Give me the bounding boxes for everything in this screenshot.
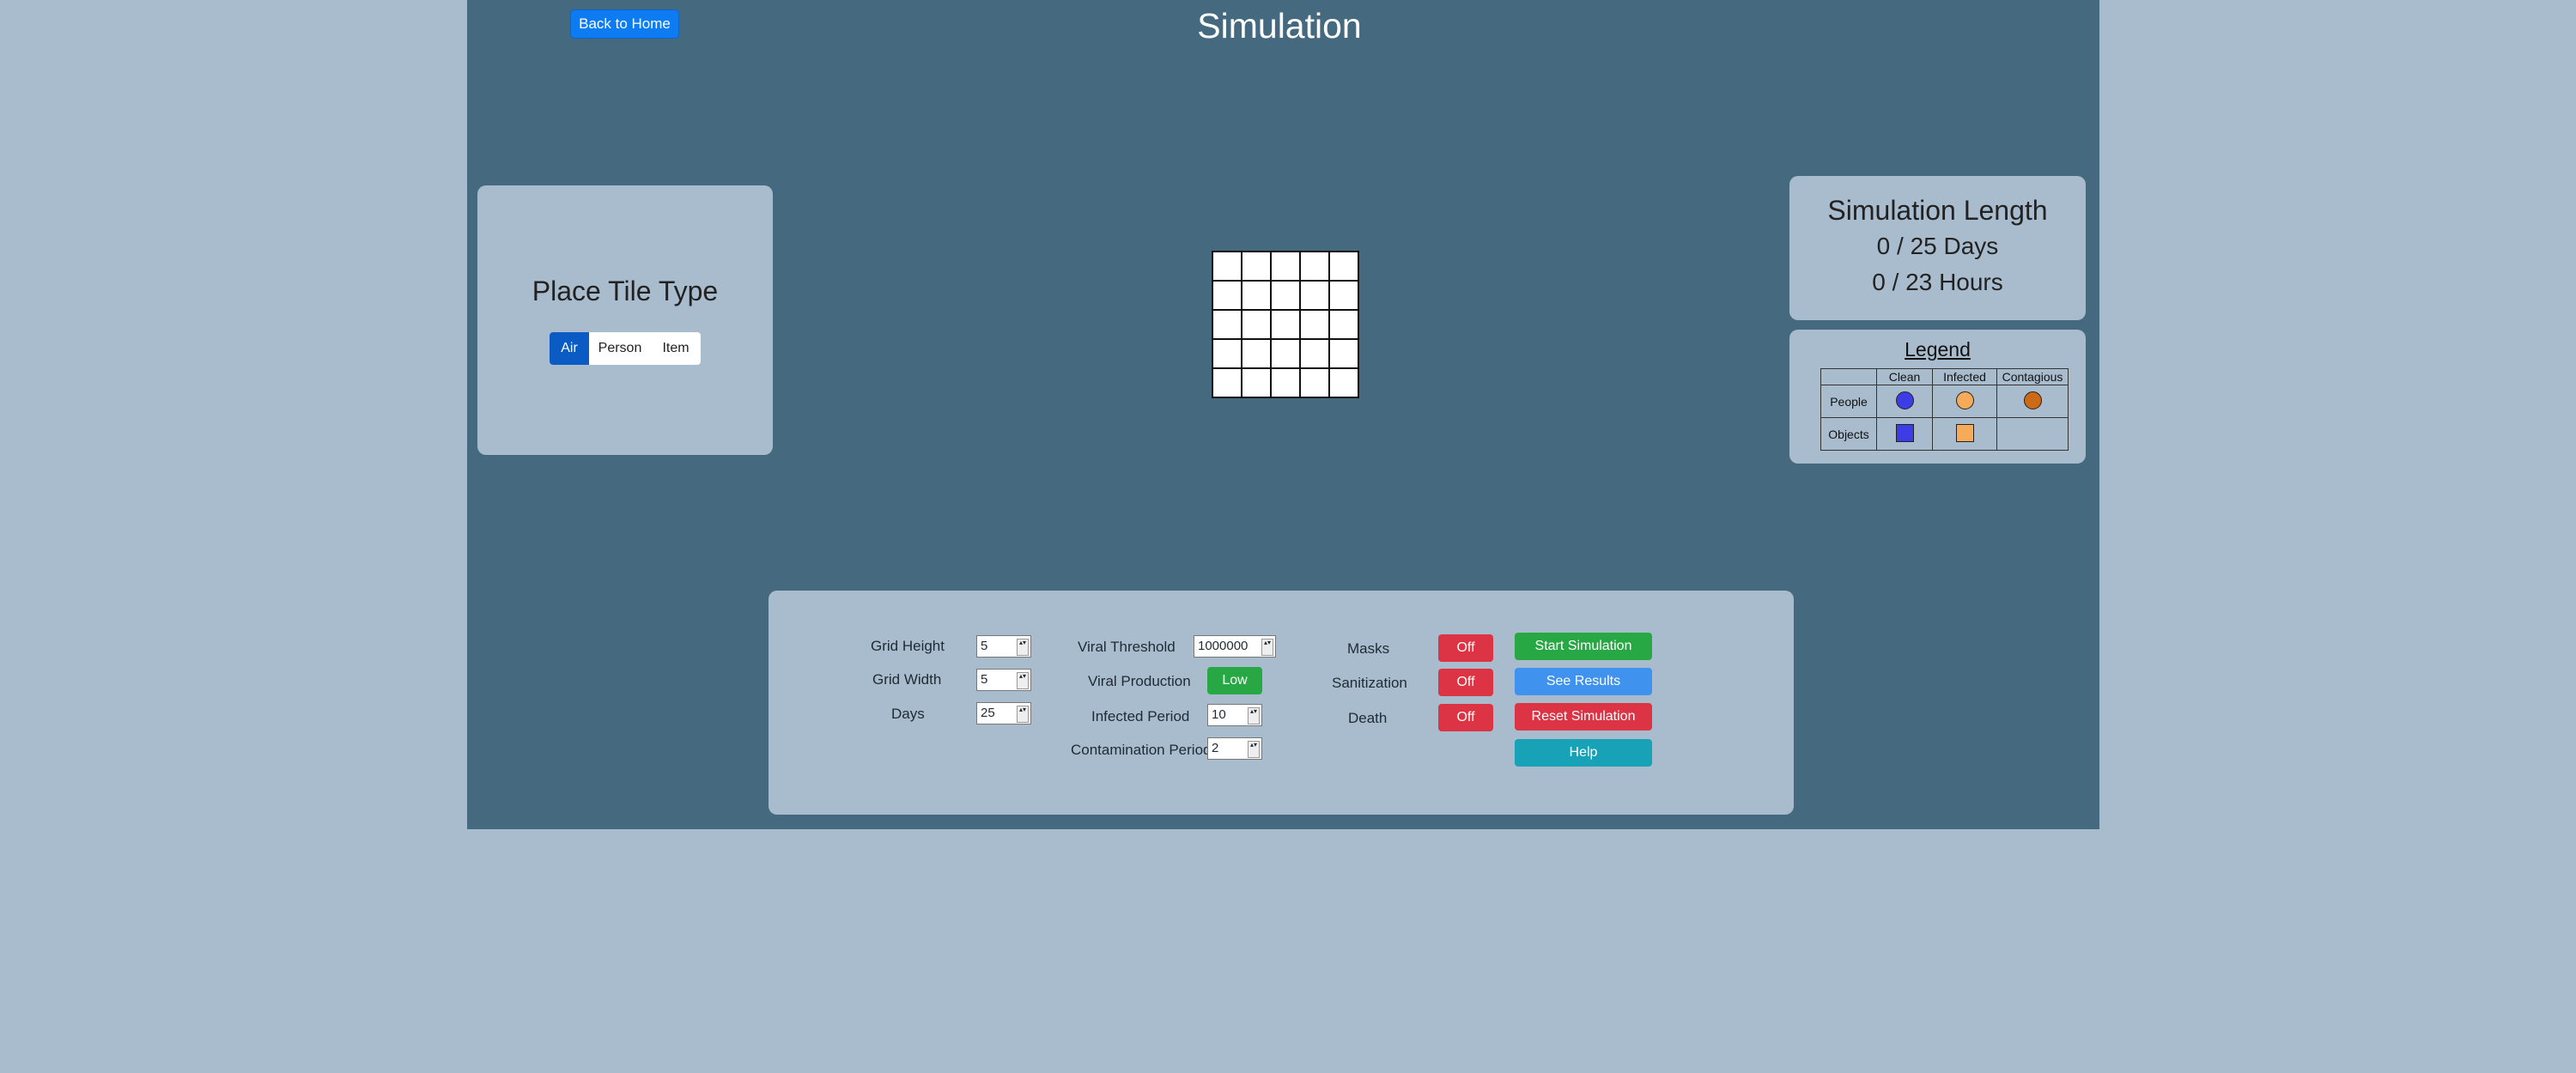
- tile-type-title: Place Tile Type: [532, 276, 719, 306]
- grid-cell[interactable]: [1301, 311, 1328, 338]
- grid-cell[interactable]: [1272, 340, 1299, 367]
- grid-cell[interactable]: [1301, 282, 1328, 309]
- grid-cell[interactable]: [1301, 369, 1328, 397]
- viral-production-toggle[interactable]: Low: [1207, 667, 1262, 694]
- grid-cell[interactable]: [1242, 369, 1270, 397]
- legend-col-clean: Clean: [1876, 368, 1933, 385]
- tile-type-selector: Air Person Item: [550, 332, 701, 365]
- start-simulation-button[interactable]: Start Simulation: [1515, 633, 1652, 660]
- grid-cell[interactable]: [1272, 282, 1299, 309]
- legend-table: Clean Infected Contagious People Objects: [1820, 368, 2069, 451]
- legend-object-empty: [1996, 417, 2069, 451]
- hours-progress: 0 / 23 Hours: [1872, 269, 2003, 295]
- simulation-length-panel: Simulation Length 0 / 25 Days 0 / 23 Hou…: [1789, 176, 2086, 320]
- grid-cell[interactable]: [1330, 311, 1358, 338]
- grid-cell[interactable]: [1330, 369, 1358, 397]
- simulation-grid: [1212, 251, 1359, 398]
- grid-cell[interactable]: [1301, 252, 1328, 280]
- legend-person-clean: [1876, 385, 1933, 418]
- legend-person-infected: [1932, 385, 1997, 418]
- viral-production-label: Viral Production: [1088, 673, 1191, 689]
- grid-cell[interactable]: [1242, 252, 1270, 280]
- reset-simulation-button[interactable]: Reset Simulation: [1515, 703, 1652, 730]
- page-title: Simulation: [1197, 6, 1362, 45]
- viral-threshold-spinner[interactable]: ▴▾: [1261, 639, 1273, 656]
- infected-period-spinner[interactable]: ▴▾: [1248, 707, 1260, 724]
- grid-cell[interactable]: [1272, 252, 1299, 280]
- legend-col-contagious: Contagious: [1996, 368, 2069, 385]
- sanitization-label: Sanitization: [1332, 675, 1407, 691]
- masks-label: Masks: [1347, 640, 1390, 657]
- viral-threshold-label: Viral Threshold: [1078, 639, 1176, 655]
- grid-cell[interactable]: [1272, 311, 1299, 338]
- legend-col-infected: Infected: [1932, 368, 1997, 385]
- back-to-home-button[interactable]: Back to Home: [570, 9, 679, 39]
- death-label: Death: [1348, 710, 1388, 726]
- days-progress: 0 / 25 Days: [1876, 233, 1999, 259]
- object-clean-icon: [1895, 423, 1914, 442]
- legend-panel: Legend Clean Infected Contagious People …: [1789, 330, 2086, 464]
- grid-cell[interactable]: [1213, 282, 1241, 309]
- legend-object-infected: [1932, 417, 1997, 451]
- grid-cell[interactable]: [1242, 311, 1270, 338]
- grid-height-input[interactable]: 5 ▴▾: [976, 635, 1031, 658]
- legend-title: Legend: [1905, 338, 1971, 361]
- grid-cell[interactable]: [1213, 369, 1241, 397]
- grid-cell[interactable]: [1242, 340, 1270, 367]
- legend-person-contagious: [1996, 385, 2069, 418]
- see-results-button[interactable]: See Results: [1515, 668, 1652, 695]
- grid-cell[interactable]: [1301, 340, 1328, 367]
- grid-cell[interactable]: [1213, 340, 1241, 367]
- tile-option-person[interactable]: Person: [589, 332, 651, 365]
- object-infected-icon: [1955, 423, 1974, 442]
- simulation-length-title: Simulation Length: [1827, 195, 2048, 226]
- legend-corner: [1820, 368, 1877, 385]
- grid-height-spinner[interactable]: ▴▾: [1017, 639, 1029, 656]
- grid-cell[interactable]: [1213, 311, 1241, 338]
- death-toggle[interactable]: Off: [1438, 704, 1493, 731]
- person-contagious-icon: [2023, 391, 2042, 409]
- legend-object-clean: [1876, 417, 1933, 451]
- contamination-period-spinner[interactable]: ▴▾: [1248, 741, 1260, 758]
- contamination-period-label: Contamination Period: [1071, 742, 1212, 758]
- days-input[interactable]: 25 ▴▾: [976, 702, 1031, 724]
- masks-toggle[interactable]: Off: [1438, 634, 1493, 662]
- infected-period-input[interactable]: 10 ▴▾: [1207, 704, 1262, 726]
- person-infected-icon: [1955, 391, 1974, 409]
- tile-option-item[interactable]: Item: [651, 332, 701, 365]
- days-spinner[interactable]: ▴▾: [1017, 706, 1029, 723]
- sanitization-toggle[interactable]: Off: [1438, 669, 1493, 696]
- grid-cell[interactable]: [1330, 340, 1358, 367]
- grid-cell[interactable]: [1330, 282, 1358, 309]
- grid-height-label: Grid Height: [871, 638, 945, 654]
- tile-option-air[interactable]: Air: [550, 332, 589, 365]
- infected-period-label: Infected Period: [1091, 708, 1190, 724]
- days-label: Days: [891, 706, 925, 722]
- grid-cell[interactable]: [1272, 369, 1299, 397]
- person-clean-icon: [1895, 391, 1914, 409]
- grid-cell[interactable]: [1213, 252, 1241, 280]
- legend-row-objects: Objects: [1820, 417, 1877, 451]
- grid-width-input[interactable]: 5 ▴▾: [976, 669, 1031, 691]
- grid-width-spinner[interactable]: ▴▾: [1017, 672, 1029, 689]
- contamination-period-input[interactable]: 2 ▴▾: [1207, 737, 1262, 760]
- grid-cell[interactable]: [1242, 282, 1270, 309]
- tile-type-panel: Place Tile Type: [477, 185, 773, 455]
- viral-threshold-input[interactable]: 1000000 ▴▾: [1194, 635, 1276, 658]
- help-button[interactable]: Help: [1515, 739, 1652, 767]
- grid-width-label: Grid Width: [872, 671, 942, 688]
- grid-cell[interactable]: [1330, 252, 1358, 280]
- legend-row-people: People: [1820, 385, 1877, 418]
